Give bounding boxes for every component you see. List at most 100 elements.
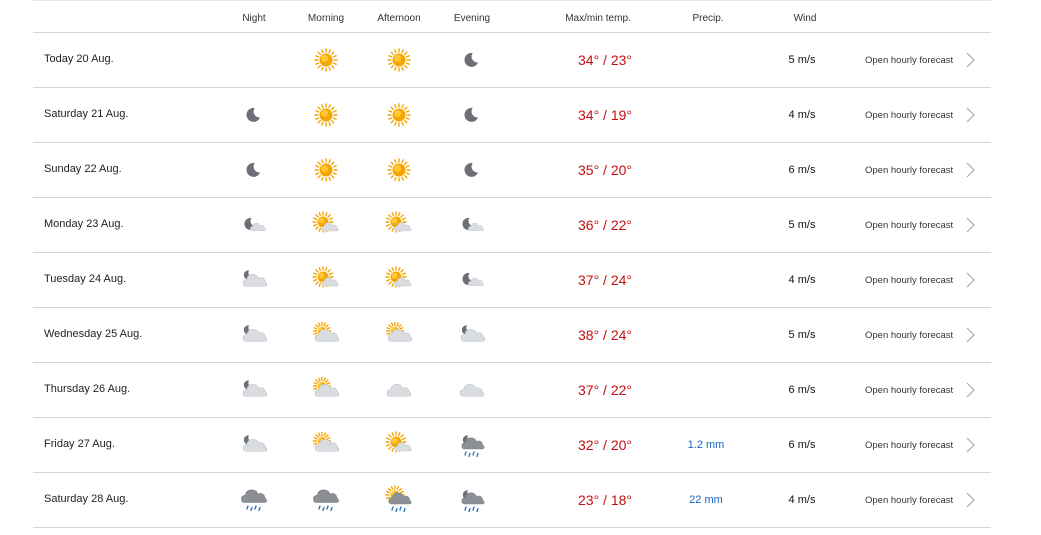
wind-speed: 5 m/s bbox=[788, 329, 816, 341]
forecast-row[interactable]: Today 20 Aug. 34° / 23° 5 m/s Open hourly f… bbox=[33, 32, 991, 87]
header-night: Night bbox=[242, 13, 266, 24]
moon-icon bbox=[239, 155, 269, 185]
open-hourly-forecast-link[interactable]: Open hourly forecast bbox=[865, 275, 953, 286]
open-hourly-forecast-link[interactable]: Open hourly forecast bbox=[865, 110, 953, 121]
temperature: 32° / 20° bbox=[577, 437, 633, 453]
chevron-right-icon[interactable] bbox=[963, 271, 977, 289]
cloud-sun-icon bbox=[384, 320, 414, 350]
temperature: 37° / 24° bbox=[577, 272, 633, 288]
cloud-icon bbox=[384, 375, 414, 405]
wind-speed: 4 m/s bbox=[788, 274, 816, 286]
cloud-sun-icon bbox=[311, 320, 341, 350]
rain-cloud-icon bbox=[239, 485, 269, 515]
temperature: 37° / 22° bbox=[577, 382, 633, 398]
cloud-moon-icon bbox=[239, 375, 269, 405]
forecast-table: Today 20 Aug. 34° / 23° 5 m/s Open hourly f… bbox=[33, 32, 991, 528]
open-hourly-forecast-link[interactable]: Open hourly forecast bbox=[865, 220, 953, 231]
forecast-widget: Night Morning Afternoon Evening Max/min … bbox=[0, 0, 1041, 535]
temperature: 36° / 22° bbox=[577, 217, 633, 233]
wind-speed: 6 m/s bbox=[788, 384, 816, 396]
wind-speed: 5 m/s bbox=[788, 54, 816, 66]
open-hourly-forecast-link[interactable]: Open hourly forecast bbox=[865, 385, 953, 396]
cloud-moon-icon bbox=[239, 320, 269, 350]
wind-speed: 4 m/s bbox=[788, 109, 816, 121]
chevron-right-icon[interactable] bbox=[963, 381, 977, 399]
moon-icon bbox=[239, 100, 269, 130]
moon-rain-icon bbox=[457, 485, 487, 515]
moon-cloud-icon bbox=[457, 210, 487, 240]
cloud-moon-icon bbox=[239, 265, 269, 295]
chevron-right-icon[interactable] bbox=[963, 491, 977, 509]
sun-icon bbox=[311, 155, 341, 185]
row-date: Friday 27 Aug. bbox=[44, 438, 115, 450]
moon-rain-icon bbox=[457, 430, 487, 460]
chevron-right-icon[interactable] bbox=[963, 216, 977, 234]
sun-cloud-icon bbox=[311, 265, 341, 295]
sun-cloud-icon bbox=[311, 210, 341, 240]
chevron-right-icon[interactable] bbox=[963, 326, 977, 344]
temperature: 38° / 24° bbox=[577, 327, 633, 343]
row-date: Monday 23 Aug. bbox=[44, 218, 124, 230]
forecast-row[interactable]: Saturday 28 Aug. 23° / 18° 22 mm 4 m/s Open… bbox=[33, 472, 991, 528]
header-precip: Precip. bbox=[692, 13, 724, 24]
forecast-row[interactable]: Tuesday 24 Aug. 37° / 24° 4 m/s Open hourl… bbox=[33, 252, 991, 307]
moon-icon bbox=[457, 100, 487, 130]
open-hourly-forecast-link[interactable]: Open hourly forecast bbox=[865, 440, 953, 451]
sun-cloud-icon bbox=[384, 210, 414, 240]
wind-speed: 5 m/s bbox=[788, 219, 816, 231]
open-hourly-forecast-link[interactable]: Open hourly forecast bbox=[865, 495, 953, 506]
sun-icon bbox=[384, 45, 414, 75]
sun-icon bbox=[311, 45, 341, 75]
row-date: Thursday 26 Aug. bbox=[44, 383, 131, 395]
rain-cloud-icon bbox=[311, 485, 341, 515]
cloud-moon-icon bbox=[457, 320, 487, 350]
open-hourly-forecast-link[interactable]: Open hourly forecast bbox=[865, 165, 953, 176]
temperature: 23° / 18° bbox=[577, 492, 633, 508]
row-date: Today 20 Aug. bbox=[44, 53, 114, 65]
cloud-sun-icon bbox=[311, 430, 341, 460]
temperature: 34° / 19° bbox=[577, 107, 633, 123]
cloud-sun-icon bbox=[311, 375, 341, 405]
temperature: 34° / 23° bbox=[577, 52, 633, 68]
header-evening: Evening bbox=[453, 13, 491, 24]
chevron-right-icon[interactable] bbox=[963, 106, 977, 124]
chevron-right-icon[interactable] bbox=[963, 436, 977, 454]
row-date: Saturday 21 Aug. bbox=[44, 108, 129, 120]
header-morning: Morning bbox=[307, 13, 345, 24]
forecast-row[interactable]: Monday 23 Aug. 36° / 22° 5 m/s Open hourly… bbox=[33, 197, 991, 252]
cloud-icon bbox=[457, 375, 487, 405]
moon-cloud-icon bbox=[457, 265, 487, 295]
precipitation: 1.2 mm bbox=[687, 439, 725, 451]
cloud-moon-icon bbox=[239, 430, 269, 460]
wind-speed: 6 m/s bbox=[788, 164, 816, 176]
moon-icon bbox=[457, 45, 487, 75]
sun-rain-icon bbox=[384, 485, 414, 515]
row-date: Saturday 28 Aug. bbox=[44, 493, 129, 505]
forecast-row[interactable]: Thursday 26 Aug. 37° / 22° 6 m/s Open hour… bbox=[33, 362, 991, 417]
forecast-row[interactable]: Sunday 22 Aug. 35° / 20° 6 m/s Open hourly … bbox=[33, 142, 991, 197]
chevron-right-icon[interactable] bbox=[963, 51, 977, 69]
forecast-row[interactable]: Saturday 21 Aug. 34° / 19° 4 m/s Open hourl… bbox=[33, 87, 991, 142]
sun-icon bbox=[384, 100, 414, 130]
sun-cloud-icon bbox=[384, 265, 414, 295]
forecast-row[interactable]: Wednesday 25 Aug. 38° / 24° 5 m/s Open hou… bbox=[33, 307, 991, 362]
header-afternoon: Afternoon bbox=[377, 13, 421, 24]
sun-cloud-icon bbox=[384, 430, 414, 460]
column-header: Night Morning Afternoon Evening Max/min … bbox=[0, 0, 1041, 32]
open-hourly-forecast-link[interactable]: Open hourly forecast bbox=[865, 55, 953, 66]
header-wind: Wind bbox=[793, 13, 817, 24]
row-date: Wednesday 25 Aug. bbox=[44, 328, 143, 340]
temperature: 35° / 20° bbox=[577, 162, 633, 178]
chevron-right-icon[interactable] bbox=[963, 161, 977, 179]
sun-icon bbox=[384, 155, 414, 185]
wind-speed: 4 m/s bbox=[788, 494, 816, 506]
forecast-row[interactable]: Friday 27 Aug. 32° / 20° 1.2 mm 6 m/s Open … bbox=[33, 417, 991, 472]
header-temp: Max/min temp. bbox=[565, 13, 631, 24]
sun-icon bbox=[311, 100, 341, 130]
row-date: Tuesday 24 Aug. bbox=[44, 273, 127, 285]
open-hourly-forecast-link[interactable]: Open hourly forecast bbox=[865, 330, 953, 341]
moon-cloud-icon bbox=[239, 210, 269, 240]
wind-speed: 6 m/s bbox=[788, 439, 816, 451]
moon-icon bbox=[457, 155, 487, 185]
row-date: Sunday 22 Aug. bbox=[44, 163, 122, 175]
